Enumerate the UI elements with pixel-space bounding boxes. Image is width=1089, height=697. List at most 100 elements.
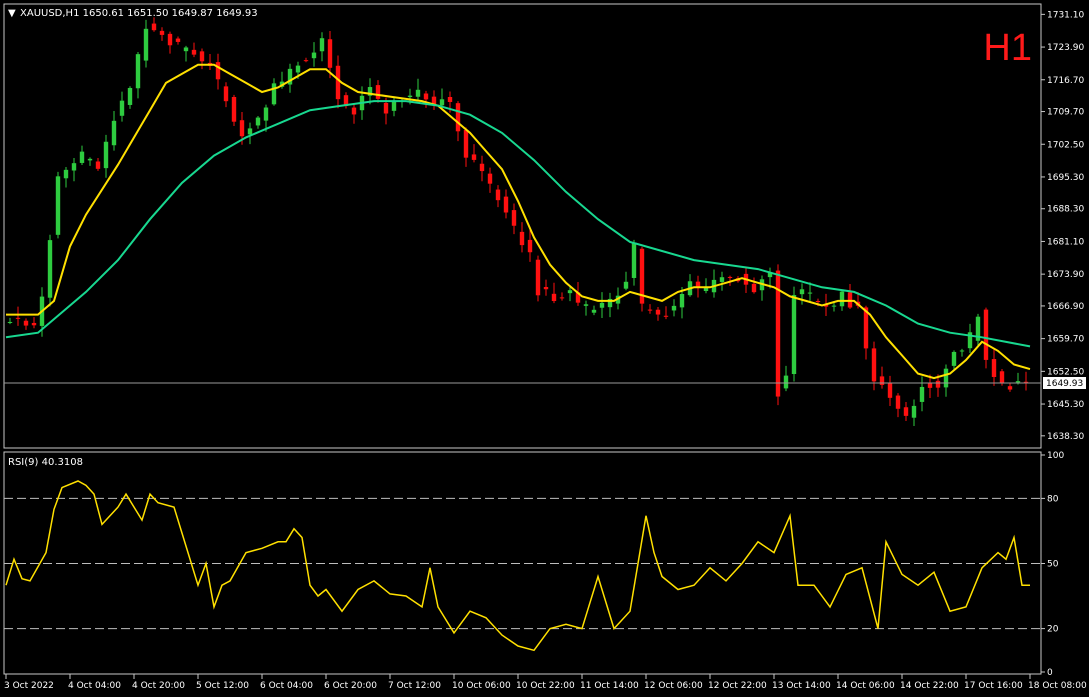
candle-body: [439, 99, 445, 106]
rsi-tick-label: 0: [1047, 668, 1053, 678]
time-tick-label: 10 Oct 06:00: [452, 681, 511, 691]
candle-body: [631, 242, 637, 278]
candle-body: [935, 380, 941, 388]
candle-body: [519, 231, 525, 246]
candle-body: [559, 297, 565, 299]
price-tick-label: 1645.30: [1047, 400, 1084, 410]
time-tick-label: 7 Oct 12:00: [388, 681, 441, 691]
candle-body: [991, 359, 997, 377]
time-tick-label: 4 Oct 04:00: [68, 681, 121, 691]
candle-body: [167, 33, 173, 46]
candle-body: [551, 293, 557, 302]
candle-body: [71, 163, 77, 171]
candle-body: [335, 65, 341, 100]
candle-body: [903, 407, 909, 416]
price-tick-label: 1652.50: [1047, 367, 1084, 377]
main-price-pane[interactable]: 1731.10 1723.90 1716.70 1709.70 1702.50 1695.…: [3, 3, 1086, 449]
candle-body: [871, 348, 877, 382]
price-tick-label: 1659.70: [1047, 335, 1084, 345]
candle-body: [567, 290, 573, 294]
timeframe-label: H1: [983, 27, 1032, 69]
time-tick-label: 10 Oct 22:00: [516, 681, 575, 691]
candle-body: [671, 305, 677, 311]
candle-body: [487, 173, 493, 184]
candle-body: [95, 161, 101, 169]
candle-body: [23, 320, 29, 326]
candle-body: [63, 169, 69, 179]
candle-body: [271, 83, 277, 105]
candle-body: [527, 239, 533, 253]
candle-body: [943, 368, 949, 388]
rsi-tick-label: 50: [1047, 560, 1059, 570]
candle-body: [1007, 386, 1013, 390]
candle-body: [447, 97, 453, 102]
candle-body: [959, 350, 965, 352]
candle-body: [791, 295, 797, 375]
candle-body: [583, 304, 589, 306]
chart-header-info: XAUUSD,H1 1650.61 1651.50 1649.87 1649.9…: [20, 8, 258, 19]
candle-body: [751, 283, 757, 293]
candle-body: [839, 291, 845, 307]
candle-body: [295, 65, 301, 73]
candle-body: [119, 100, 125, 116]
candle-body: [815, 301, 821, 303]
time-tick-label: 11 Oct 14:00: [580, 681, 639, 691]
candle-body: [151, 23, 157, 31]
price-tick-label: 1716.70: [1047, 76, 1084, 86]
price-tick-label: 1638.30: [1047, 432, 1084, 442]
time-tick-label: 3 Oct 2022: [4, 681, 54, 691]
candle-body: [319, 38, 325, 52]
candle-body: [727, 276, 733, 278]
candle-body: [599, 302, 605, 308]
candle-body: [103, 141, 109, 169]
rsi-header: RSI(9) 40.3108: [8, 457, 83, 468]
candle-body: [311, 52, 317, 59]
price-tick-label: 1709.70: [1047, 108, 1084, 118]
candle-body: [695, 281, 701, 287]
trading-chart: 1731.10 1723.90 1716.70 1709.70 1702.50 1695.…: [3, 3, 1087, 691]
candle-body: [543, 286, 549, 290]
candle-body: [263, 107, 269, 121]
candle-body: [55, 176, 61, 235]
candle-body: [471, 154, 477, 160]
candle-body: [623, 281, 629, 289]
candle-body: [87, 158, 93, 161]
candle-body: [879, 376, 885, 385]
candle-body: [47, 240, 53, 298]
candle-body: [383, 102, 389, 114]
time-tick-label: 12 Oct 06:00: [644, 681, 703, 691]
candle-body: [375, 85, 381, 99]
current-price-label: 1649.93: [1046, 379, 1083, 389]
candle-body: [31, 322, 37, 326]
candle-body: [255, 117, 261, 126]
candle-body: [391, 101, 397, 111]
candle-body: [807, 292, 813, 294]
rsi-pane[interactable]: 100 80 50 20 0 RSI(9) 40.3108: [3, 451, 1064, 678]
candle-body: [783, 375, 789, 389]
candle-body: [199, 51, 205, 62]
candle-body: [159, 30, 165, 35]
candle-body: [239, 120, 245, 137]
candle-body: [135, 54, 141, 89]
candle-body: [183, 47, 189, 52]
candle-body: [231, 96, 237, 122]
price-tick-label: 1666.90: [1047, 302, 1084, 312]
candle-body: [175, 38, 181, 42]
candle-body: [911, 405, 917, 418]
candle-body: [663, 315, 669, 317]
time-tick-label: 17 Oct 16:00: [964, 681, 1023, 691]
price-tick-label: 1731.10: [1047, 10, 1084, 20]
candle-body: [407, 95, 413, 98]
candle-body: [503, 196, 509, 213]
candle-body: [303, 60, 309, 62]
candle-body: [327, 39, 333, 68]
rsi-axis: 100 80 50 20 0: [1041, 451, 1064, 678]
price-tick-label: 1673.90: [1047, 270, 1084, 280]
price-tick-label: 1723.90: [1047, 43, 1084, 53]
candle-body: [7, 321, 13, 323]
candle-body: [143, 28, 149, 61]
candle-body: [247, 128, 253, 135]
candle-body: [1015, 381, 1021, 383]
candle-body: [895, 395, 901, 409]
dropdown-marker-icon[interactable]: ▼: [8, 8, 16, 19]
